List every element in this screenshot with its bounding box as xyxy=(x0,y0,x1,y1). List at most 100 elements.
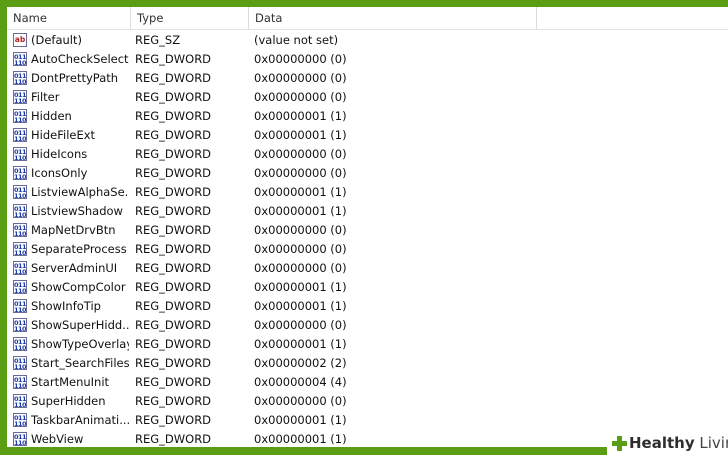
binary-icon-glyph-bottom: 110 xyxy=(14,439,27,446)
table-row[interactable]: 011 110 SeparateProcess REG_DWORD 0x00000000… xyxy=(7,240,728,259)
table-row[interactable]: 011 110 HideIcons REG_DWORD 0x00000000 (0) xyxy=(7,145,728,164)
value-data: 0x00000000 (0) xyxy=(254,318,347,332)
value-type: REG_DWORD xyxy=(135,147,212,161)
healthy-living-watermark: Healthy Living xyxy=(607,432,728,455)
string-value-icon: ab xyxy=(13,33,27,47)
value-name: DontPrettyPath xyxy=(31,71,119,85)
table-row[interactable]: 011 110 ShowInfoTip REG_DWORD 0x00000001 (1) xyxy=(7,297,728,316)
value-type: REG_DWORD xyxy=(135,337,212,351)
binary-value-icon: 011 110 xyxy=(13,185,27,199)
value-data: 0x00000001 (1) xyxy=(254,109,347,123)
binary-icon-glyph-bottom: 110 xyxy=(14,154,27,161)
value-name: Filter xyxy=(31,90,60,104)
binary-icon-glyph-bottom: 110 xyxy=(14,116,27,123)
binary-icon-glyph-bottom: 110 xyxy=(14,420,27,427)
value-data: 0x00000000 (0) xyxy=(254,71,347,85)
value-data: 0x00000000 (0) xyxy=(254,394,347,408)
value-name: Hidden xyxy=(31,109,72,123)
value-type: REG_SZ xyxy=(135,33,181,47)
table-row[interactable]: 011 110 ListviewAlphaSe... REG_DWORD 0x00000… xyxy=(7,183,728,202)
value-type: REG_DWORD xyxy=(135,242,212,256)
binary-value-icon: 011 110 xyxy=(13,413,27,427)
binary-icon-glyph-bottom: 110 xyxy=(14,97,27,104)
value-name: ServerAdminUI xyxy=(31,261,118,275)
binary-value-icon: 011 110 xyxy=(13,242,27,256)
value-data: 0x00000001 (1) xyxy=(254,337,347,351)
value-name: (Default) xyxy=(31,33,82,47)
value-type: REG_DWORD xyxy=(135,223,212,237)
table-row[interactable]: 011 110 ServerAdminUI REG_DWORD 0x00000000 (… xyxy=(7,259,728,278)
value-type: REG_DWORD xyxy=(135,394,212,408)
value-name: ShowTypeOverlay xyxy=(31,337,129,351)
value-name: SeparateProcess xyxy=(31,242,127,256)
value-data: 0x00000000 (0) xyxy=(254,242,347,256)
value-name: HideFileExt xyxy=(31,128,96,142)
binary-value-icon: 011 110 xyxy=(13,52,27,66)
table-row[interactable]: 011 110 MapNetDrvBtn REG_DWORD 0x00000000 (0… xyxy=(7,221,728,240)
value-data: 0x00000001 (1) xyxy=(254,128,347,142)
value-data: 0x00000000 (0) xyxy=(254,147,347,161)
value-type: REG_DWORD xyxy=(135,299,212,313)
binary-value-icon: 011 110 xyxy=(13,318,27,332)
value-type: REG_DWORD xyxy=(135,280,212,294)
value-name: TaskbarAnimati... xyxy=(31,413,129,427)
value-data: 0x00000001 (1) xyxy=(254,432,347,446)
table-row[interactable]: 011 110 Hidden REG_DWORD 0x00000001 (1) xyxy=(7,107,728,126)
binary-icon-glyph-bottom: 110 xyxy=(14,287,27,294)
watermark-text-part1: Healthy xyxy=(629,434,695,452)
value-type: REG_DWORD xyxy=(135,432,212,446)
table-row[interactable]: 011 110 ShowCompColor REG_DWORD 0x00000001 (… xyxy=(7,278,728,297)
table-row[interactable]: 011 110 TaskbarAnimati... REG_DWORD 0x000000… xyxy=(7,411,728,430)
table-row[interactable]: 011 110 Filter REG_DWORD 0x00000000 (0) xyxy=(7,88,728,107)
table-row[interactable]: 011 110 AutoCheckSelect REG_DWORD 0x00000000… xyxy=(7,50,728,69)
table-row[interactable]: 011 110 HideFileExt REG_DWORD 0x00000001 (1) xyxy=(7,126,728,145)
value-data: 0x00000001 (1) xyxy=(254,204,347,218)
column-header-type[interactable]: Type xyxy=(131,7,249,29)
watermark-text-part2: Living xyxy=(699,434,728,452)
binary-icon-glyph-bottom: 110 xyxy=(14,344,27,351)
binary-value-icon: 011 110 xyxy=(13,71,27,85)
column-header-data[interactable]: Data xyxy=(249,7,537,29)
binary-value-icon: 011 110 xyxy=(13,166,27,180)
binary-value-icon: 011 110 xyxy=(13,299,27,313)
value-name: ShowInfoTip xyxy=(31,299,101,313)
value-type: REG_DWORD xyxy=(135,109,212,123)
value-type: REG_DWORD xyxy=(135,413,212,427)
value-name: ListviewAlphaSe... xyxy=(31,185,129,199)
binary-value-icon: 011 110 xyxy=(13,375,27,389)
table-row[interactable]: 011 110 ShowTypeOverlay REG_DWORD 0x00000001… xyxy=(7,335,728,354)
binary-value-icon: 011 110 xyxy=(13,280,27,294)
table-row[interactable]: 011 110 IconsOnly REG_DWORD 0x00000000 (0) xyxy=(7,164,728,183)
value-name: ShowSuperHidd... xyxy=(31,318,129,332)
value-type: REG_DWORD xyxy=(135,204,212,218)
watermark-text: Healthy Living xyxy=(629,432,728,455)
binary-value-icon: 011 110 xyxy=(13,394,27,408)
table-row[interactable]: 011 110 DontPrettyPath REG_DWORD 0x00000000 … xyxy=(7,69,728,88)
table-row[interactable]: 011 110 ListviewShadow REG_DWORD 0x00000001 … xyxy=(7,202,728,221)
table-row[interactable]: 011 110 SuperHidden REG_DWORD 0x00000000 (0) xyxy=(7,392,728,411)
value-name: ShowCompColor xyxy=(31,280,126,294)
column-header-bar: Name Type Data xyxy=(7,7,728,30)
value-type: REG_DWORD xyxy=(135,71,212,85)
value-data: 0x00000000 (0) xyxy=(254,52,347,66)
binary-value-icon: 011 110 xyxy=(13,204,27,218)
column-header-name[interactable]: Name xyxy=(7,7,131,29)
value-type: REG_DWORD xyxy=(135,261,212,275)
value-data: (value not set) xyxy=(254,33,339,47)
value-data: 0x00000001 (1) xyxy=(254,413,347,427)
binary-icon-glyph-bottom: 110 xyxy=(14,249,27,256)
table-row[interactable]: 011 110 StartMenuInit REG_DWORD 0x00000004 (… xyxy=(7,373,728,392)
value-name: ListviewShadow xyxy=(31,204,123,218)
value-name: SuperHidden xyxy=(31,394,106,408)
table-row[interactable]: 011 110 Start_SearchFiles REG_DWORD 0x000000… xyxy=(7,354,728,373)
plus-cross-icon xyxy=(612,436,627,451)
value-type: REG_DWORD xyxy=(135,185,212,199)
value-type: REG_DWORD xyxy=(135,356,212,370)
table-row[interactable]: ab (Default) REG_SZ (value not set) xyxy=(7,31,728,50)
binary-icon-glyph-bottom: 110 xyxy=(14,325,27,332)
binary-value-icon: 011 110 xyxy=(13,337,27,351)
binary-icon-glyph-bottom: 110 xyxy=(14,363,27,370)
table-row[interactable]: 011 110 ShowSuperHidd... REG_DWORD 0x0000000… xyxy=(7,316,728,335)
value-type: REG_DWORD xyxy=(135,166,212,180)
binary-icon-glyph-bottom: 110 xyxy=(14,382,27,389)
